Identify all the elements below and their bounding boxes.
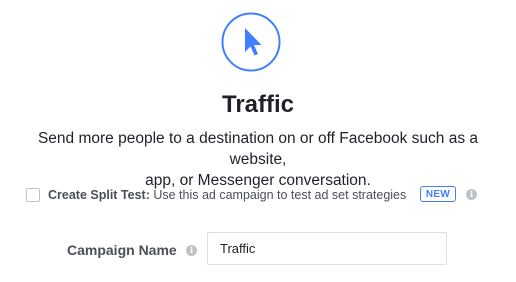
campaign-name-info-icon[interactable]: i (186, 245, 197, 256)
split-test-checkbox[interactable] (26, 188, 40, 202)
cursor-arrow-icon (221, 12, 281, 72)
split-test-row: Create Split Test: Use this ad campaign … (0, 185, 516, 205)
objective-description: Send more people to a destination on or … (8, 128, 508, 191)
campaign-name-input[interactable] (207, 232, 447, 265)
split-test-info-icon[interactable]: i (466, 189, 477, 200)
split-test-label: Create Split Test: (48, 188, 150, 202)
objective-title: Traffic (221, 91, 295, 118)
split-test-description: Use this ad campaign to test ad set stra… (149, 188, 407, 202)
objective-description-line-1: Send more people to a destination on or … (37, 130, 479, 168)
campaign-name-label: Campaign Name (67, 242, 177, 258)
new-badge: NEW (420, 186, 456, 202)
split-test-text: Create Split Test: Use this ad campaign … (48, 187, 406, 203)
